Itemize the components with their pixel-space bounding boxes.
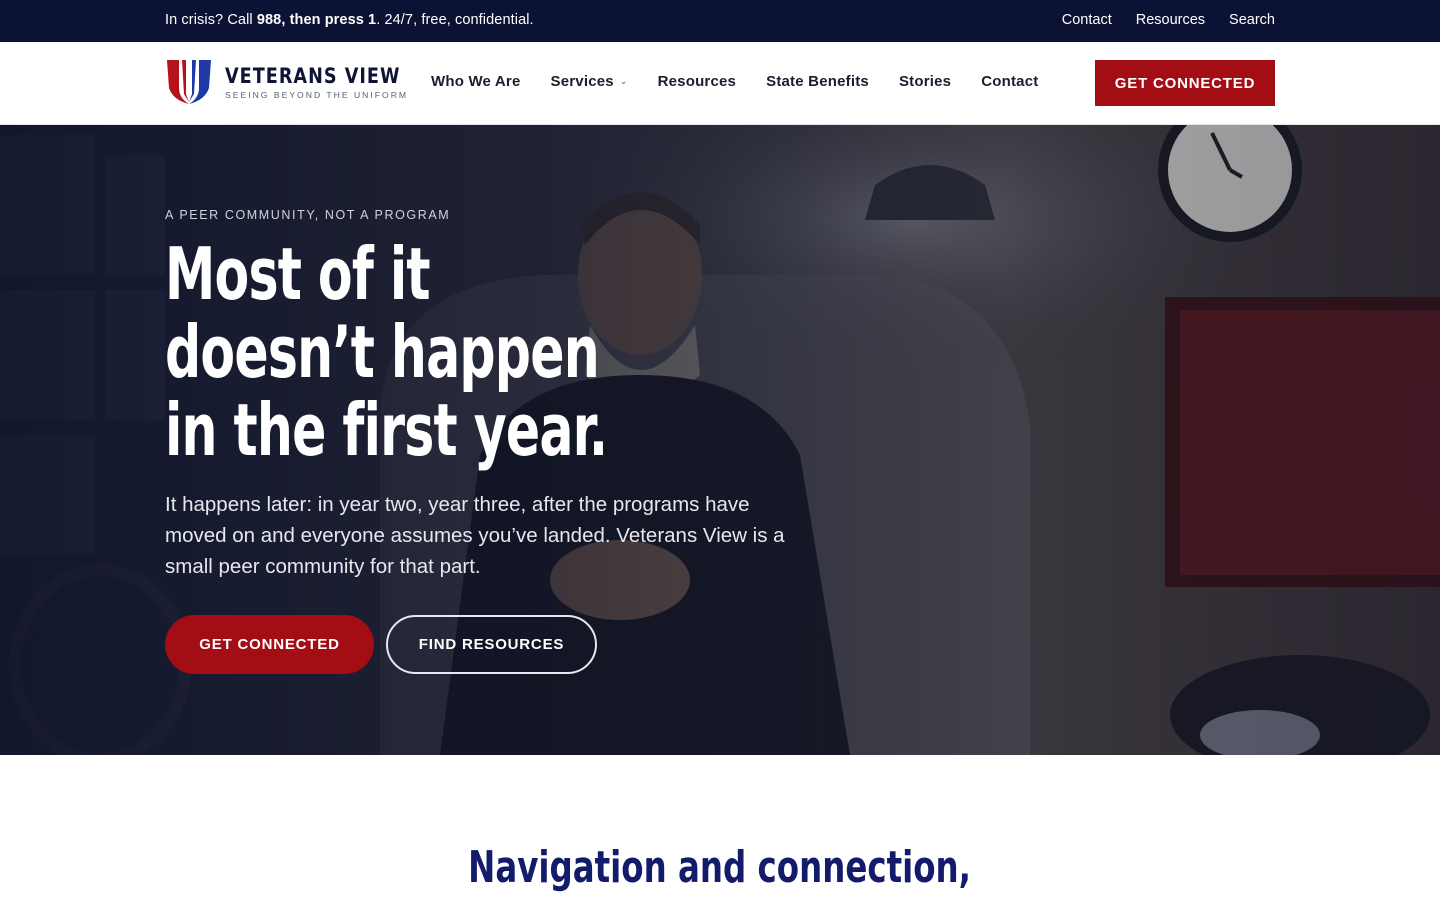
shield-v-logo-icon xyxy=(167,60,211,104)
logo-tagline: SEEING BEYOND THE UNIFORM xyxy=(225,90,409,101)
site-header: VETERANS VIEW SEEING BEYOND THE UNIFORM … xyxy=(0,42,1440,125)
hero-eyebrow: A PEER COMMUNITY, NOT A PROGRAM xyxy=(165,208,451,222)
crisis-message: In crisis? Call 988, then press 1. 24/7,… xyxy=(165,12,534,28)
hero-subtitle: It happens later: in year two, year thre… xyxy=(165,493,785,578)
hero-section: A PEER COMMUNITY, NOT A PROGRAM Most of … xyxy=(0,125,1440,755)
utility-link-search[interactable]: Search xyxy=(1229,12,1275,28)
header-get-connected-button[interactable]: GET CONNECTED xyxy=(1095,60,1275,106)
crisis-hotline: 988, then press 1 xyxy=(256,12,377,28)
nav-item-services[interactable]: Services ⌄ xyxy=(551,73,628,90)
nav-item-stories[interactable]: Stories xyxy=(899,73,951,90)
logo-wordmark: VETERANS VIEW SEEING BEYOND THE UNIFORM xyxy=(225,66,434,100)
hero-get-connected-button[interactable]: GET CONNECTED xyxy=(165,615,374,674)
crisis-suffix: . 24/7, free, confidential. xyxy=(376,12,534,28)
crisis-bar: In crisis? Call 988, then press 1. 24/7,… xyxy=(0,0,1440,42)
main-nav: Who We Are Services ⌄ Resources State Ben… xyxy=(431,73,1038,90)
nav-label: State Benefits xyxy=(766,73,869,90)
hero-title: Most of it doesn’t happen in the first y… xyxy=(165,235,789,469)
site-logo[interactable]: VETERANS VIEW SEEING BEYOND THE UNIFORM xyxy=(165,58,434,108)
utility-link-contact[interactable]: Contact xyxy=(1062,12,1112,28)
utility-nav: Contact Resources Search xyxy=(1062,12,1275,28)
crisis-prefix: In crisis? Call xyxy=(165,12,257,28)
chevron-down-icon: ⌄ xyxy=(619,76,628,86)
nav-item-resources[interactable]: Resources xyxy=(658,73,737,90)
hero-title-line: Most of it xyxy=(165,232,431,316)
hero-title-line: doesn’t happen xyxy=(165,310,600,394)
logo-name: VETERANS VIEW xyxy=(225,64,401,89)
nav-item-contact[interactable]: Contact xyxy=(981,73,1038,90)
nav-label: Resources xyxy=(657,73,737,90)
nav-item-state-benefits[interactable]: State Benefits xyxy=(766,73,869,90)
section-title: Navigation and connection, xyxy=(0,838,1440,898)
nav-label: Stories xyxy=(898,73,952,90)
utility-link-resources[interactable]: Resources xyxy=(1136,12,1205,28)
hero-title-line: in the first year. xyxy=(165,388,608,472)
nav-label: Services xyxy=(550,73,614,90)
nav-label: Contact xyxy=(981,73,1039,90)
section-title-text: Navigation and connection, xyxy=(468,842,972,893)
hero-find-resources-button[interactable]: FIND RESOURCES xyxy=(386,615,597,674)
nav-label: Who We Are xyxy=(431,73,521,90)
nav-item-who-we-are[interactable]: Who We Are xyxy=(431,73,521,90)
